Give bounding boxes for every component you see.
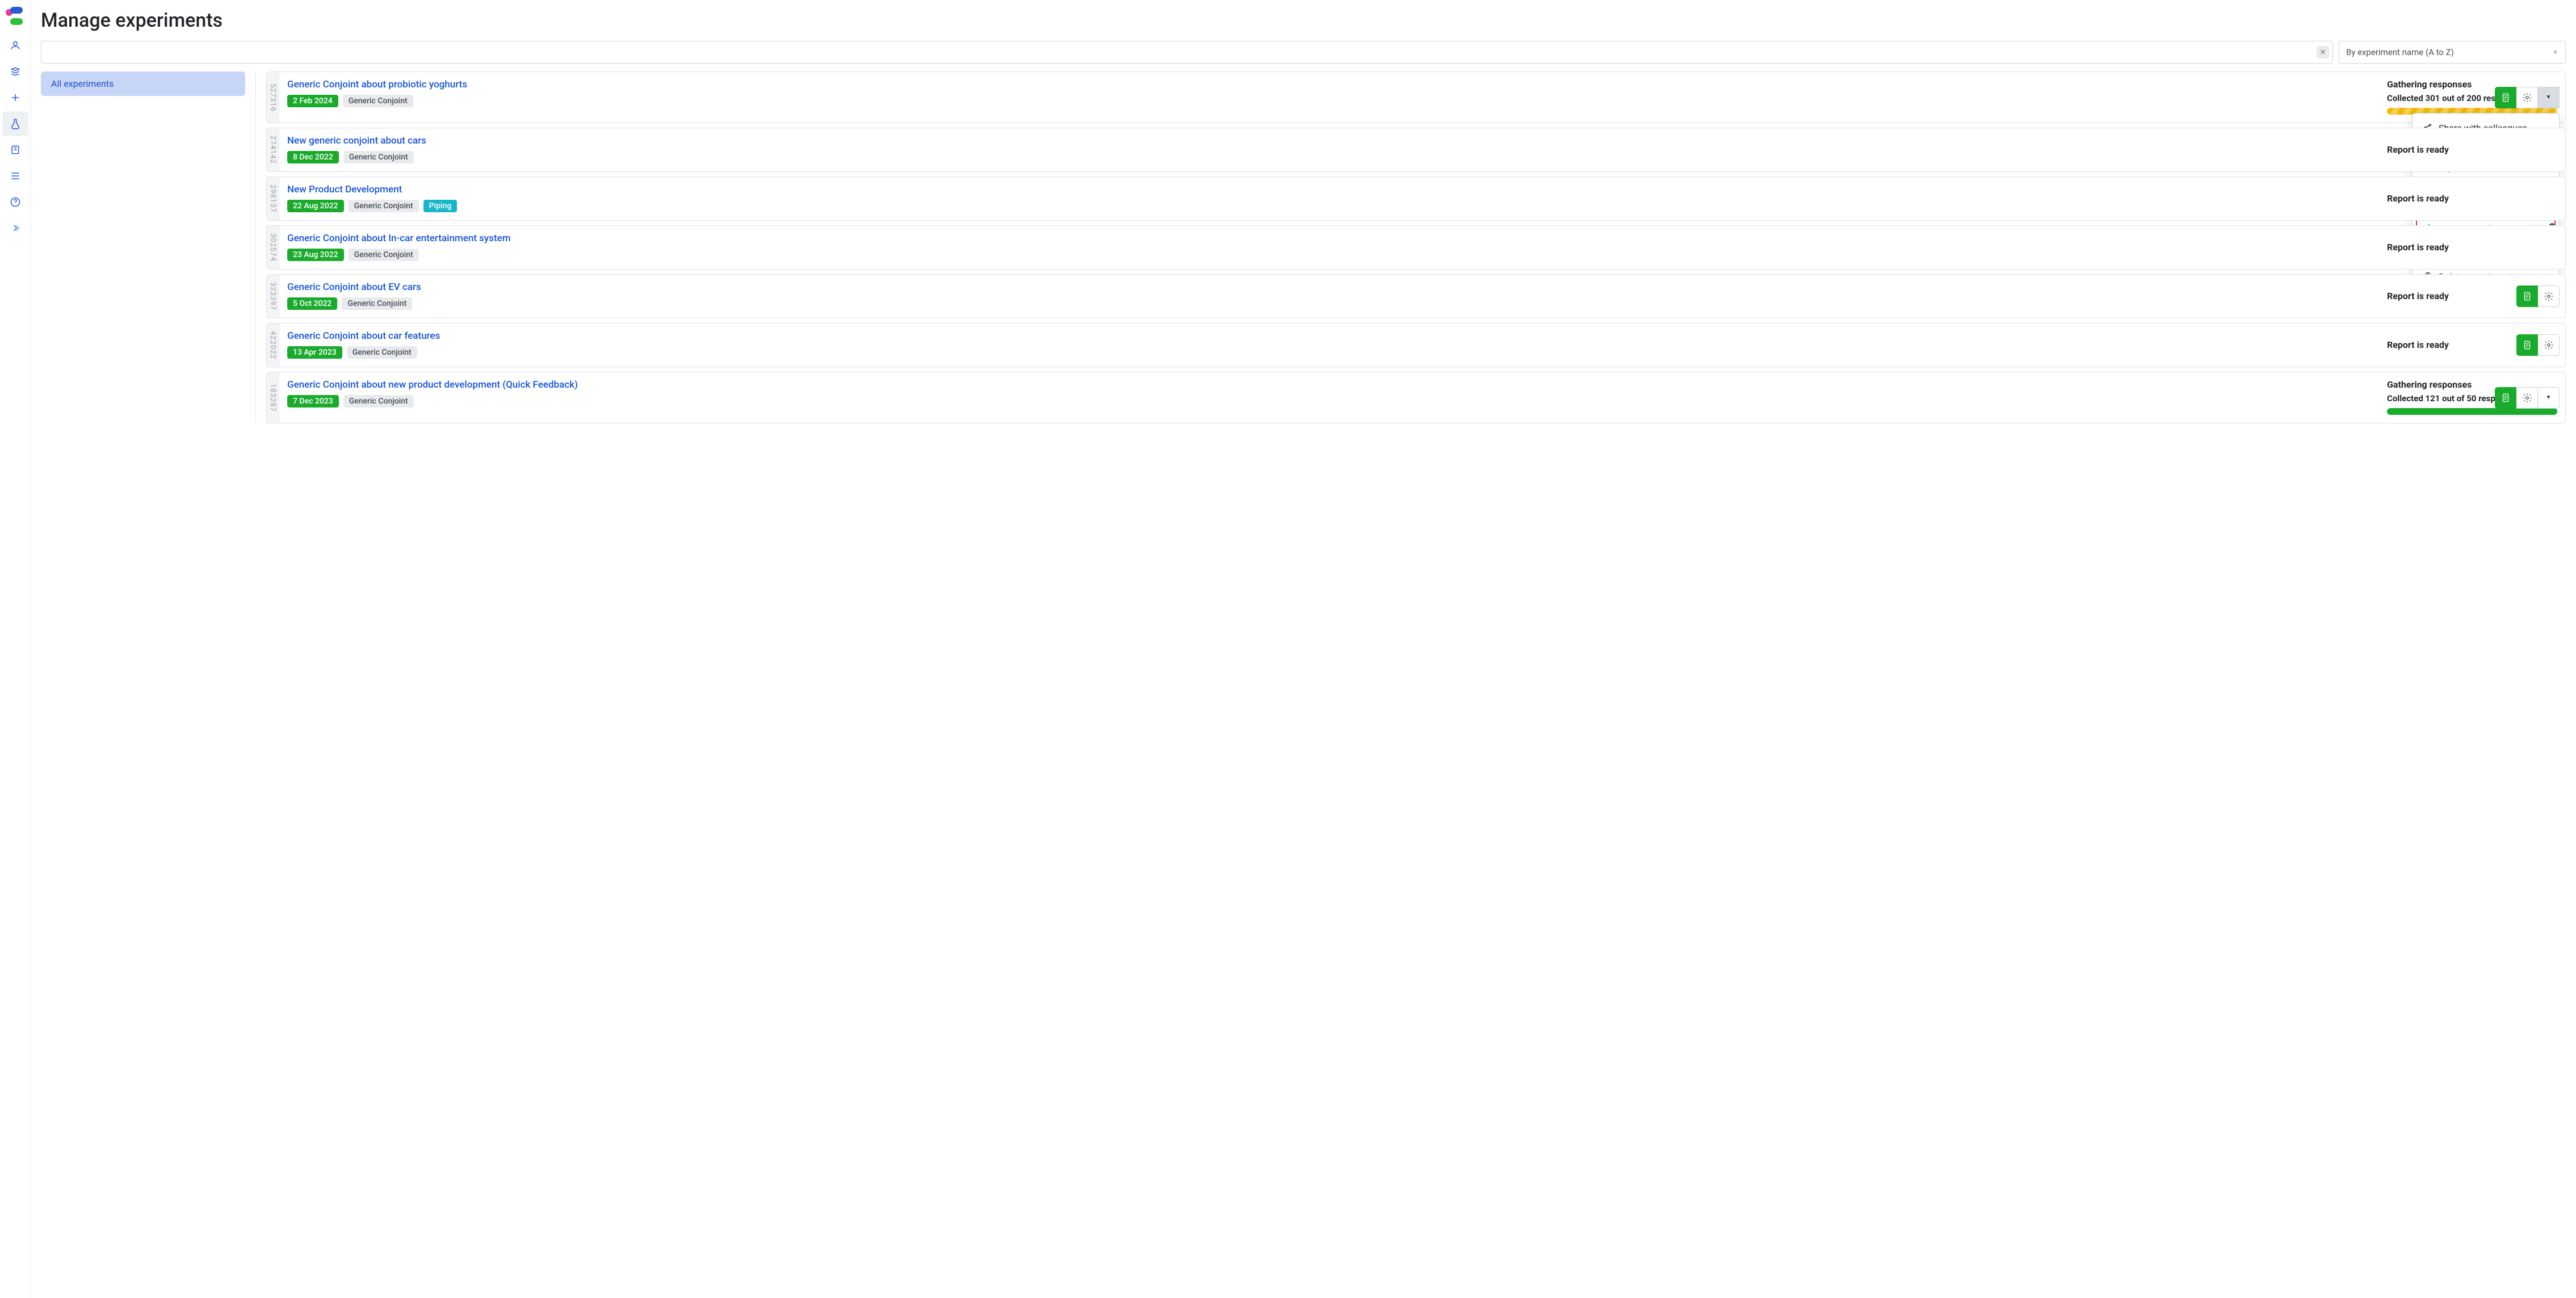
type-badge: Generic Conjoint (343, 95, 413, 107)
type-badge: Generic Conjoint (349, 200, 419, 212)
date-badge: 2 Feb 2024 (287, 95, 338, 107)
status-text: Report is ready (2387, 144, 2557, 155)
filter-all-experiments[interactable]: All experiments (41, 72, 245, 96)
settings-button[interactable] (2516, 87, 2538, 108)
search-input[interactable] (48, 48, 2310, 57)
search-box[interactable]: ✕ (41, 41, 2333, 64)
settings-button[interactable] (2538, 334, 2560, 356)
experiment-title[interactable]: Generic Conjoint about car features (287, 330, 2376, 342)
status-text: Report is ready (2387, 242, 2557, 253)
experiment-card: 527316 Generic Conjoint about probiotic y… (266, 72, 2566, 123)
experiment-id: 527316 (267, 72, 279, 123)
rail-help[interactable] (2, 190, 28, 215)
experiment-id: 302574 (267, 226, 279, 269)
type-badge: Generic Conjoint (343, 151, 414, 163)
type-badge: Generic Conjoint (343, 395, 414, 408)
toolbar: ✕ By experiment name (A to Z) ▼ (41, 41, 2566, 64)
status-text: Report is ready (2387, 193, 2557, 204)
open-report-button[interactable] (2495, 87, 2516, 108)
chevron-down-icon: ▼ (2552, 49, 2558, 56)
experiment-id: 422022 (267, 324, 279, 367)
date-badge: 8 Dec 2022 (287, 151, 339, 163)
experiment-id: 274142 (267, 128, 279, 171)
piping-badge: Piping (423, 200, 458, 212)
experiment-actions: ▼ (2495, 387, 2560, 409)
clear-search-button[interactable]: ✕ (2317, 46, 2329, 58)
experiment-id: 183287 (267, 372, 279, 423)
experiment-card: 298137 New Product Development 22 Aug 2022… (266, 177, 2566, 221)
page-title: Manage experiments (41, 9, 2566, 32)
experiment-card: 274142 New generic conjoint about cars 8 D… (266, 128, 2566, 172)
icon-rail (0, 0, 31, 1298)
experiment-actions: ▼Share with colleaguesDuplicateExport to… (2495, 87, 2560, 108)
rail-expand[interactable] (2, 216, 28, 241)
experiment-title[interactable]: New Product Development (287, 184, 2376, 195)
experiment-card: 422022 Generic Conjoint about car feature… (266, 323, 2566, 367)
more-actions-button[interactable]: ▼ (2538, 387, 2560, 409)
date-badge: 23 Aug 2022 (287, 249, 344, 261)
open-report-button[interactable] (2516, 285, 2538, 307)
date-badge: 5 Oct 2022 (287, 297, 337, 310)
sort-label: By experiment name (A to Z) (2346, 47, 2454, 57)
experiment-card: 302574 Generic Conjoint about In-car ente… (266, 225, 2566, 270)
type-badge: Generic Conjoint (349, 249, 419, 261)
experiment-title[interactable]: Generic Conjoint about new product devel… (287, 379, 2376, 390)
experiment-actions (2516, 285, 2560, 307)
settings-button[interactable] (2538, 285, 2560, 307)
date-badge: 22 Aug 2022 (287, 200, 344, 212)
experiment-title[interactable]: Generic Conjoint about In-car entertainm… (287, 233, 2376, 244)
experiment-actions (2516, 334, 2560, 356)
rail-list[interactable] (2, 163, 28, 188)
rail-stack[interactable] (2, 59, 28, 84)
more-actions-button[interactable]: ▼ (2538, 87, 2560, 108)
experiment-title[interactable]: Generic Conjoint about probiotic yoghurt… (287, 79, 2376, 90)
experiment-id: 298137 (267, 177, 279, 220)
date-badge: 13 Apr 2023 (287, 346, 342, 359)
vertical-divider (255, 72, 256, 423)
rail-user[interactable] (2, 33, 28, 58)
rail-plus[interactable] (2, 85, 28, 110)
open-report-button[interactable] (2516, 334, 2538, 356)
type-badge: Generic Conjoint (347, 346, 417, 359)
open-report-button[interactable] (2495, 387, 2516, 409)
experiment-title[interactable]: New generic conjoint about cars (287, 135, 2376, 146)
type-badge: Generic Conjoint (342, 297, 412, 310)
experiment-card: 183287 Generic Conjoint about new product… (266, 372, 2566, 423)
experiment-list: 527316 Generic Conjoint about probiotic y… (266, 72, 2566, 423)
experiment-id: 323397 (267, 275, 279, 318)
settings-button[interactable] (2516, 387, 2538, 409)
sort-select[interactable]: By experiment name (A to Z) ▼ (2339, 41, 2566, 64)
app-logo (6, 7, 25, 26)
progress-bar (2387, 408, 2557, 415)
experiment-card: 323397 Generic Conjoint about EV cars 5 Oc… (266, 274, 2566, 318)
rail-book[interactable] (2, 137, 28, 162)
rail-experiments[interactable] (2, 111, 28, 136)
experiment-title[interactable]: Generic Conjoint about EV cars (287, 282, 2376, 293)
date-badge: 7 Dec 2023 (287, 395, 339, 408)
